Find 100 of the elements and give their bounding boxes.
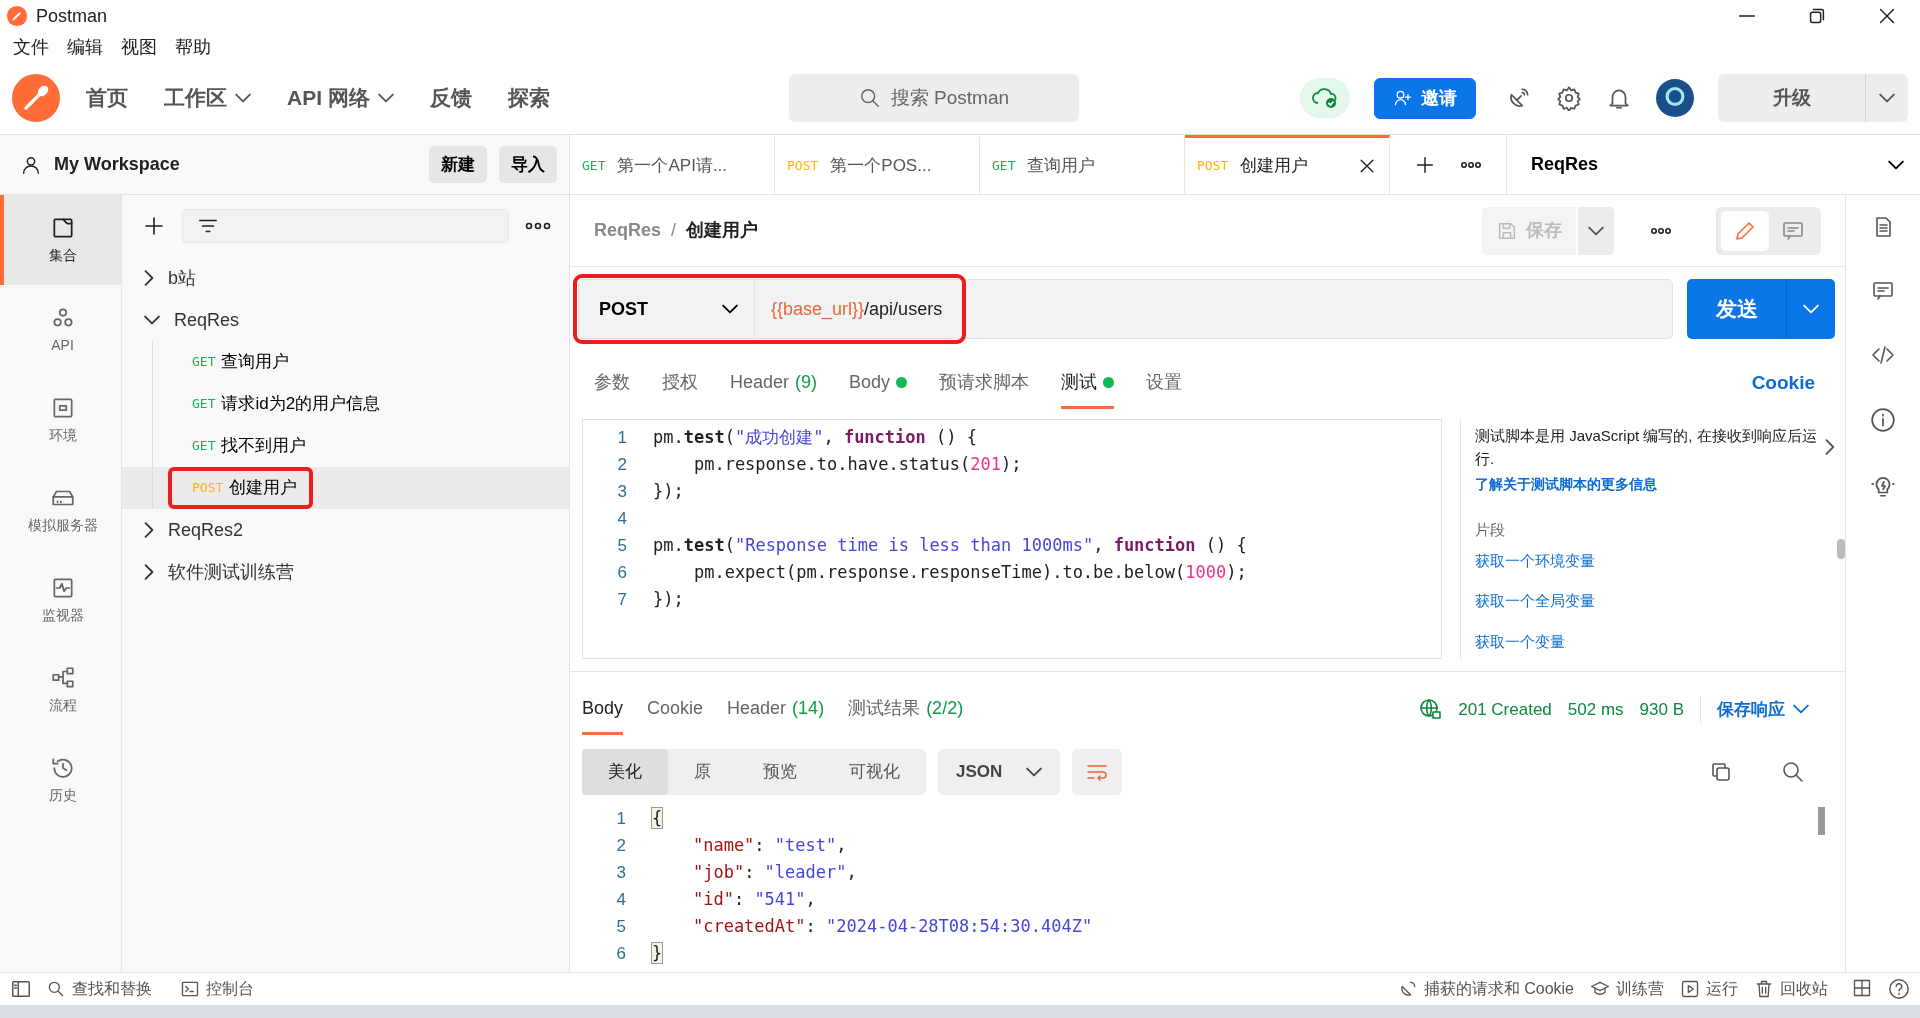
view-mode-tab[interactable]: 美化	[582, 749, 668, 795]
snippet-link[interactable]: 获取一个全局变量	[1475, 590, 1826, 613]
response-tab[interactable]: Body	[582, 695, 624, 735]
line-number: 4	[615, 889, 627, 911]
code-line: });	[653, 480, 684, 503]
request-config-tab[interactable]: 测试	[1061, 369, 1115, 409]
copy-icon[interactable]	[1709, 760, 1733, 784]
sidebar-toggle-icon[interactable]	[10, 978, 32, 1000]
filter-field[interactable]	[182, 209, 509, 243]
code-line: "createdAt": "2024-04-28T08:54:30.404Z"	[691, 915, 1093, 938]
request-config-tab[interactable]: 设置	[1146, 369, 1183, 409]
workspace-button[interactable]: 导入	[499, 145, 557, 184]
status-bar-item[interactable]: 控制台	[166, 977, 268, 1001]
sidebar-item[interactable]: 监视器	[0, 555, 121, 645]
line-number: 6	[615, 943, 627, 965]
line-number: 3	[615, 862, 627, 884]
chevron-right-icon[interactable]	[1825, 439, 1835, 455]
view-mode-tab[interactable]: 可视化	[823, 749, 926, 795]
invite-button[interactable]: 邀请	[1374, 77, 1476, 119]
chevron-right-icon[interactable]	[144, 522, 154, 538]
layout-icon[interactable]	[1852, 978, 1872, 998]
cookie-link[interactable]: Cookie	[1751, 368, 1815, 409]
sidebar-item[interactable]: 集合	[0, 195, 121, 285]
request-tab[interactable]: POST 创建用户	[1185, 135, 1390, 194]
wrap-lines-button[interactable]	[1072, 749, 1123, 795]
workspace-button[interactable]: 新建	[429, 145, 487, 184]
collection-name[interactable]: b站	[168, 264, 196, 292]
status-bar-item[interactable]: 训练营	[1582, 977, 1672, 1001]
scrollbar-thumb[interactable]	[1837, 539, 1845, 559]
sidebar-item[interactable]: 环境	[0, 375, 121, 465]
menu-item[interactable]: 视图	[112, 33, 166, 61]
sidebar-item[interactable]: 历史	[0, 735, 121, 825]
comment-icon[interactable]	[1871, 279, 1895, 303]
menu-item[interactable]: 文件	[4, 33, 58, 61]
snippets-heading: 片段	[1475, 520, 1506, 540]
info-icon[interactable]	[1870, 407, 1896, 433]
request-config-tab[interactable]: Header (9)	[730, 369, 818, 409]
settings-icon[interactable]	[1556, 85, 1582, 111]
response-tab[interactable]: Header (14)	[727, 695, 825, 735]
response-tab[interactable]: 测试结果 (2/2)	[848, 695, 964, 735]
snippet-link[interactable]: 获取一个环境变量	[1475, 549, 1826, 572]
chevron-down-icon	[1888, 159, 1904, 170]
status-bar-item[interactable]: 运行	[1672, 977, 1746, 1001]
request-item[interactable]: GET 请求id为2的用户信息	[172, 387, 393, 421]
chevron-right-icon[interactable]	[144, 564, 154, 580]
code-line: });	[653, 588, 684, 611]
environment-selector[interactable]: ReqRes	[1507, 135, 1920, 194]
help-icon[interactable]	[1888, 978, 1910, 1000]
sidebar-item[interactable]: API	[0, 285, 121, 375]
search-icon	[46, 979, 66, 999]
code-icon[interactable]	[1871, 343, 1895, 367]
format-selector[interactable]: JSON	[938, 749, 1061, 795]
line-number: 3	[616, 481, 628, 503]
chevron-down-icon[interactable]	[144, 315, 160, 325]
request-config-tab[interactable]: Body	[849, 369, 908, 409]
request-config-tab[interactable]: 参数	[594, 369, 630, 409]
breadcrumb-link[interactable]: ReqRes	[594, 217, 662, 244]
nav-item[interactable]: API 网络	[269, 82, 412, 114]
view-mode-tab[interactable]: 原	[668, 749, 737, 795]
menu-item[interactable]: 帮助	[166, 33, 220, 61]
view-mode-tab[interactable]: 预览	[737, 749, 823, 795]
response-time: 502 ms	[1567, 698, 1624, 721]
workspace-name: My Workspace	[54, 153, 181, 176]
line-number: 7	[616, 589, 628, 611]
line-number: 4	[616, 508, 628, 530]
avatar-icon[interactable]	[1656, 79, 1694, 117]
collection-name[interactable]: ReqRes	[174, 306, 240, 334]
chevron-right-icon[interactable]	[144, 270, 154, 286]
menu-item[interactable]: 编辑	[58, 33, 112, 61]
window-title: Postman	[36, 4, 108, 28]
line-number: 5	[616, 535, 628, 557]
sidebar-item[interactable]: 流程	[0, 645, 121, 735]
code-editor[interactable]: 1 pm.test("成功创建", function () { 2 pm.response.to.have.status(201); 3 }); 4 5 pm.test("Response time is less than 1000ms", function () { 6 pm.expect(pm.response.responseTime).to.be.below(1000); 7 });	[582, 419, 1442, 659]
request-item[interactable]: GET 查询用户	[172, 345, 302, 379]
collection-name[interactable]: ReqRes2	[168, 516, 244, 544]
request-config-tab[interactable]: 授权	[662, 369, 698, 409]
request-item[interactable]: GET 找不到用户	[172, 429, 319, 463]
nav-item[interactable]: 首页	[68, 82, 146, 114]
response-tab[interactable]: Cookie	[647, 695, 704, 735]
snippet-link[interactable]: 获取一个变量	[1475, 630, 1826, 653]
nav-item[interactable]: 工作区	[146, 82, 269, 114]
sidebar-item[interactable]: 模拟服务器	[0, 465, 121, 555]
add-icon[interactable]	[142, 214, 166, 238]
status-bar-item[interactable]: 查找和替换	[32, 977, 166, 1001]
status-bar-item[interactable]: 捕获的请求和 Cookie	[1389, 977, 1582, 1001]
code-line: "job": "leader",	[691, 861, 857, 884]
status-bar-item[interactable]: 回收站	[1746, 977, 1836, 1001]
request-config-tab[interactable]: 预请求脚本	[939, 369, 1030, 409]
code-line: pm.test("Response time is less than 1000ms", function () {	[653, 534, 1247, 557]
search-icon[interactable]	[1781, 760, 1805, 784]
response-status: 201 Created	[1458, 698, 1552, 721]
collection-name[interactable]: 软件测试训练营	[168, 558, 294, 586]
save-response-button[interactable]: 保存响应	[1700, 695, 1815, 723]
scrollbar-thumb[interactable]	[1818, 807, 1825, 835]
search-field[interactable]: 搜索 Postman	[788, 74, 1079, 122]
nav-item[interactable]: 反馈	[411, 82, 490, 114]
flow-icon	[49, 664, 76, 691]
nav-item[interactable]: 探索	[489, 82, 568, 114]
breadcrumb-current: 创建用户	[686, 219, 759, 242]
help-link[interactable]: 了解关于测试脚本的更多信息	[1475, 474, 1826, 495]
